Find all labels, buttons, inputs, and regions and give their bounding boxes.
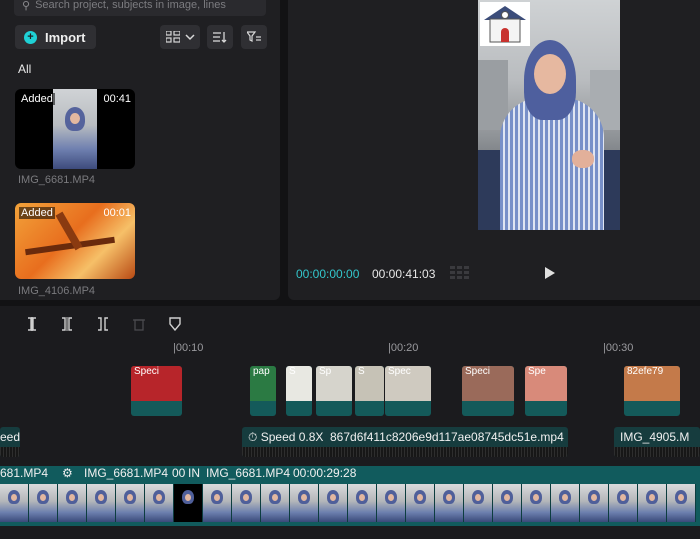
delete-right-tool[interactable] xyxy=(95,316,111,332)
overlay-clip[interactable]: 82efe79 xyxy=(624,366,680,416)
trash-icon xyxy=(133,319,145,331)
overlay-clip[interactable]: Speci xyxy=(462,366,514,416)
media-item[interactable]: Added 00:01 xyxy=(15,203,135,279)
clip-label: pap xyxy=(253,366,270,377)
added-badge: Added xyxy=(19,93,55,105)
media-filename: IMG_6681.MP4 xyxy=(18,174,96,186)
segment-label: IN xyxy=(188,466,200,480)
video-preview[interactable] xyxy=(478,0,620,230)
plus-icon: + xyxy=(24,30,37,44)
effect-icon: ⚙ xyxy=(62,466,73,480)
clip-filename: IMG_4905.M xyxy=(620,430,690,444)
total-timecode: 00:00:41:03 xyxy=(372,267,436,281)
media-panel: ⚲ Search project, subjects in image, lin… xyxy=(0,0,280,300)
timeline-panel: |00:10 |00:20 |00:30 Speci pap S Sp S Sp… xyxy=(0,306,700,539)
main-video-track[interactable]: 681.MP4 ⚙ IMG_6681.MP4 00 IN IMG_6681.MP… xyxy=(0,466,700,526)
segment-label: IMG_6681.MP4 xyxy=(84,466,169,480)
media-duration: 00:41 xyxy=(103,93,131,105)
media-thumbnail xyxy=(53,89,97,169)
delete-left-tool[interactable] xyxy=(59,316,75,332)
segment-label: 681.MP4 xyxy=(0,466,49,480)
split-icon xyxy=(28,317,36,331)
search-icon: ⚲ xyxy=(22,0,31,12)
time-ruler[interactable]: |00:10 |00:20 |00:30 xyxy=(0,342,700,356)
grid-view-icon xyxy=(165,31,180,43)
trim-left-icon xyxy=(62,317,72,331)
ruler-label: |00:10 xyxy=(173,342,204,354)
overlay-clip[interactable]: pap xyxy=(250,366,276,416)
overlay-clip[interactable]: Spe xyxy=(525,366,567,416)
media-filename: IMG_4106.MP4 xyxy=(18,285,96,297)
marker-tool[interactable] xyxy=(167,316,183,332)
player-panel: 00:00:00:00 00:00:41:03 xyxy=(288,0,700,300)
speed-label: ⏱ Speed 0.8X xyxy=(248,430,323,445)
ruler-label: |00:20 xyxy=(388,342,419,354)
clip-label: Speci xyxy=(465,366,491,377)
overlay-clip[interactable]: S xyxy=(286,366,312,416)
split-tool[interactable] xyxy=(24,316,40,332)
speed-text: Speed 0.8X xyxy=(260,430,324,444)
overlay-clip[interactable]: Spec xyxy=(385,366,431,416)
segment-label: IMG_6681.MP4 xyxy=(206,466,291,480)
clip-label: S xyxy=(289,366,296,377)
clip-label: S xyxy=(358,366,365,377)
filmstrip xyxy=(0,484,700,522)
filter-button[interactable] xyxy=(241,25,267,49)
preview-quality-icon[interactable] xyxy=(450,266,470,280)
media-item[interactable]: Added 00:41 xyxy=(15,89,135,169)
trim-right-icon xyxy=(98,317,108,331)
audio-clip[interactable]: eed xyxy=(0,427,20,457)
filter-icon xyxy=(247,31,261,42)
clip-label: 82efe79 xyxy=(627,366,664,377)
clip-label: Spe xyxy=(528,366,546,377)
clip-label: eed xyxy=(0,430,20,444)
video-clip[interactable]: IMG_4905.M xyxy=(614,427,700,457)
shield-icon xyxy=(169,317,181,331)
segment-duration: 00:00:29:28 xyxy=(293,466,357,480)
chevron-down-icon xyxy=(184,34,195,41)
search-placeholder: Search project, subjects in image, lines xyxy=(35,0,226,11)
segment-label: 00 xyxy=(172,466,186,480)
view-mode-button[interactable] xyxy=(160,25,200,49)
overlay-clip[interactable]: Sp xyxy=(316,366,352,416)
clip-label: Spec xyxy=(388,366,411,377)
import-button[interactable]: + Import xyxy=(15,25,96,49)
speed-clip[interactable]: ⏱ Speed 0.8X 867d6f411c8206e9d117ae08745… xyxy=(242,427,568,457)
play-icon[interactable] xyxy=(544,266,556,280)
clip-label: Sp xyxy=(319,366,332,377)
clip-filename: 867d6f411c8206e9d117ae08745dc51e.mp4 xyxy=(330,430,564,444)
search-input[interactable]: ⚲ Search project, subjects in image, lin… xyxy=(14,0,266,16)
sort-button[interactable] xyxy=(207,25,233,49)
clip-label: Speci xyxy=(134,366,160,377)
added-badge: Added xyxy=(19,207,55,219)
house-icon xyxy=(480,2,530,46)
ruler-label: |00:30 xyxy=(603,342,634,354)
delete-tool[interactable] xyxy=(131,316,147,332)
overlay-clip[interactable]: S xyxy=(355,366,384,416)
media-duration: 00:01 xyxy=(103,207,131,219)
import-label: Import xyxy=(45,29,86,45)
speed-icon: ⏱ xyxy=(248,430,258,444)
current-timecode: 00:00:00:00 xyxy=(296,267,360,281)
filter-all-tab[interactable]: All xyxy=(18,62,31,76)
sort-icon xyxy=(213,32,227,43)
overlay-clip[interactable]: Speci xyxy=(131,366,182,416)
